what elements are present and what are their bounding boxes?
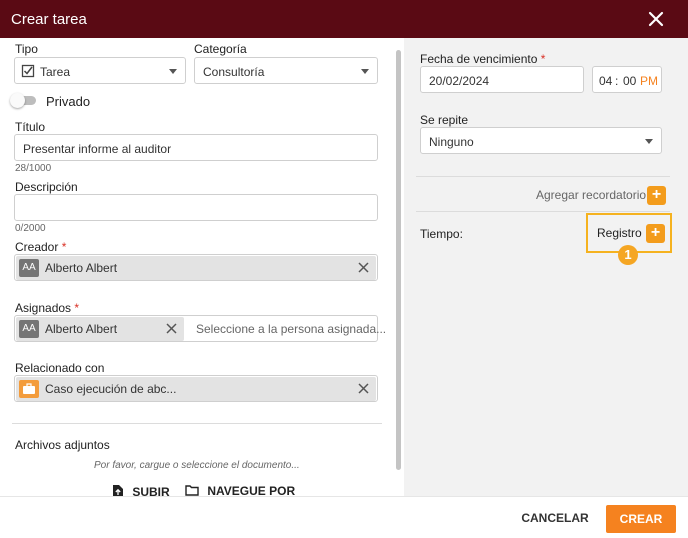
chevron-down-icon <box>361 69 369 74</box>
time-sep: : <box>615 74 619 88</box>
asignados-name: Alberto Albert <box>45 322 118 336</box>
close-icon[interactable] <box>357 261 370 274</box>
asignados-label: Asignados * <box>15 301 80 315</box>
file-upload-icon <box>113 485 123 496</box>
titulo-counter: 28/1000 <box>15 163 52 174</box>
left-panel: Tipo Tarea Categoría Consultoría Privado… <box>0 38 404 496</box>
toggle-knob <box>10 93 25 108</box>
titulo-value: Presentar informe al auditor <box>23 142 172 156</box>
time-minute: 00 <box>623 74 637 88</box>
tipo-label: Tipo <box>15 42 38 56</box>
avatar: AA <box>19 259 39 277</box>
archivos-label: Archivos adjuntos <box>15 438 110 452</box>
time-hour: 04 <box>599 74 613 88</box>
scrollbar[interactable] <box>396 50 401 470</box>
privado-label: Privado <box>46 94 91 109</box>
folder-icon <box>185 485 199 496</box>
time-input[interactable]: 04 : 00 PM <box>592 66 662 93</box>
repite-select[interactable]: Ninguno <box>420 127 662 154</box>
creador-label: Creador * <box>15 240 67 254</box>
tipo-select[interactable]: Tarea <box>14 57 186 84</box>
upload-button[interactable]: SUBIR <box>112 484 170 496</box>
privado-toggle[interactable] <box>10 93 36 108</box>
cancel-button[interactable]: CANCELAR <box>517 508 593 528</box>
chevron-down-icon <box>645 139 653 144</box>
date-value: 20/02/2024 <box>429 74 490 88</box>
create-button[interactable]: CREAR <box>606 505 676 533</box>
step-badge: 1 <box>618 245 638 265</box>
dialog-footer: CANCELAR CREAR <box>0 496 688 538</box>
dialog-title: Crear tarea <box>11 11 87 28</box>
asignados-chip: AA Alberto Albert <box>16 317 184 341</box>
close-icon[interactable] <box>646 9 666 29</box>
checkbox-task-icon <box>21 64 35 78</box>
right-panel: Fecha de vencimiento * 20/02/2024 04 : 0… <box>404 38 688 496</box>
archivos-hint: Por favor, cargue o seleccione el docume… <box>94 460 300 471</box>
creador-name: Alberto Albert <box>45 261 118 275</box>
tipo-value: Tarea <box>40 65 71 79</box>
relacionado-chip: Caso ejecución de abc... <box>16 377 376 401</box>
categoria-label: Categoría <box>194 42 247 56</box>
close-icon[interactable] <box>357 382 370 395</box>
divider <box>416 176 670 177</box>
time-ampm[interactable]: PM <box>640 74 658 88</box>
descripcion-label: Descripción <box>15 180 78 194</box>
browse-button[interactable]: NAVEGUE POR <box>185 484 295 496</box>
briefcase-icon <box>19 380 39 398</box>
recordatorio-label[interactable]: Agregar recordatorio <box>536 188 646 202</box>
tiempo-label: Tiempo: <box>420 227 463 241</box>
repite-value: Ninguno <box>429 135 474 149</box>
categoria-value: Consultoría <box>203 65 265 79</box>
date-input[interactable]: 20/02/2024 <box>420 66 584 93</box>
add-reminder-button[interactable]: + <box>647 186 666 205</box>
close-icon[interactable] <box>165 322 178 335</box>
vencimiento-label: Fecha de vencimiento * <box>420 52 546 66</box>
chevron-down-icon <box>169 69 177 74</box>
titulo-label: Título <box>15 120 46 134</box>
avatar: AA <box>19 320 39 338</box>
creador-chip: AA Alberto Albert <box>16 256 376 280</box>
repite-label: Se repite <box>420 113 469 127</box>
asignados-placeholder[interactable]: Seleccione a la persona asignada... <box>196 322 386 336</box>
divider <box>416 211 670 212</box>
divider <box>12 423 382 424</box>
titulo-input[interactable]: Presentar informe al auditor <box>14 134 378 161</box>
relacionado-name: Caso ejecución de abc... <box>45 382 177 396</box>
categoria-select[interactable]: Consultoría <box>194 57 378 84</box>
relacionado-label: Relacionado con <box>15 361 105 375</box>
descripcion-counter: 0/2000 <box>15 223 46 234</box>
descripcion-input[interactable] <box>14 194 378 221</box>
dialog-header: Crear tarea <box>0 0 688 38</box>
